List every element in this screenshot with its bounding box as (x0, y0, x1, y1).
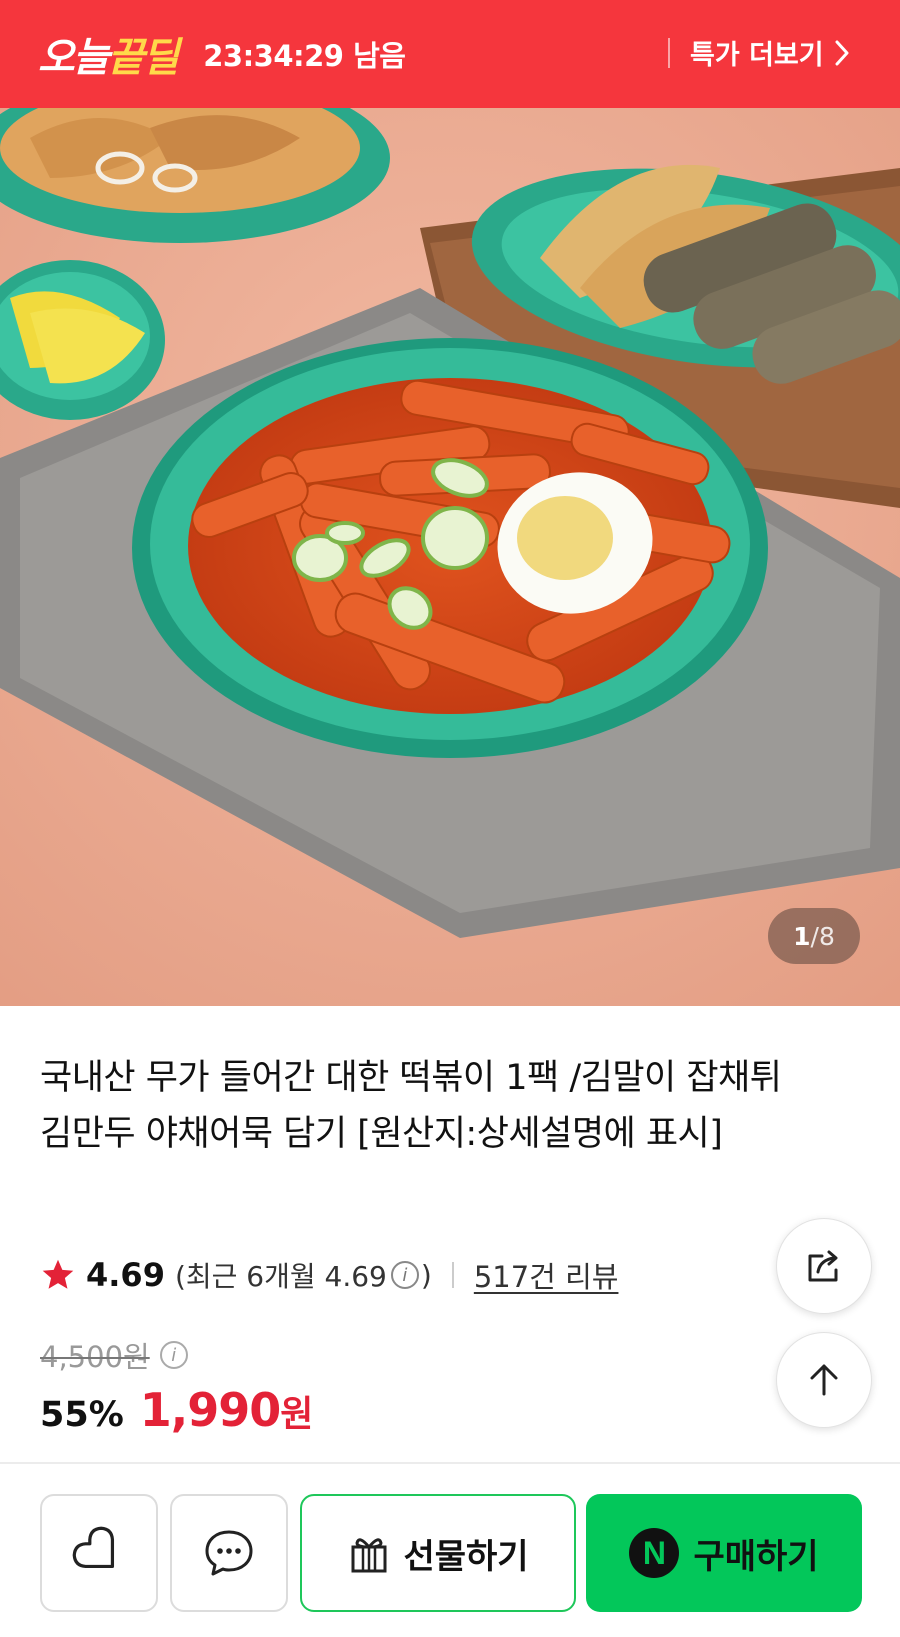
buy-button[interactable]: N 구매하기 (586, 1494, 862, 1612)
deal-more-label: 특가 더보기 (690, 40, 824, 71)
share-icon (808, 1250, 838, 1282)
image-counter: 1/8 (768, 908, 860, 964)
deal-more-link[interactable]: 특가 더보기 (690, 33, 850, 72)
recent-rating-close: ) (420, 1258, 432, 1292)
gift-button[interactable]: 선물하기 (300, 1494, 576, 1612)
product-title: 국내산 무가 들어간 대한 떡볶이 1팩 /김말이 잡채튀김만두 야채어묵 담기… (40, 1058, 782, 1154)
heart-icon (72, 1526, 115, 1569)
arrow-up-icon (810, 1364, 838, 1396)
review-count-link[interactable]: 517건 리뷰 (474, 1254, 619, 1296)
product-image (0, 108, 900, 1006)
scroll-top-button[interactable] (776, 1332, 872, 1428)
deal-countdown: 23:34:29 남음 (203, 39, 406, 73)
rating-row: 4.69 (최근 6개월 4.69 i ) 517건 리뷰 (40, 1254, 618, 1296)
naver-pay-icon: N (629, 1528, 680, 1578)
bottom-action-bar: 선물하기 N 구매하기 (0, 1464, 900, 1637)
sale-price-unit: 원 (280, 1394, 314, 1435)
wishlist-button[interactable] (40, 1494, 158, 1612)
rating-score: 4.69 (86, 1256, 165, 1294)
price-info-icon[interactable]: i (159, 1341, 188, 1369)
deal-logo: 오늘끝딜 (38, 35, 179, 81)
original-price-row: 4,500원 i (40, 1334, 190, 1376)
original-price: 4,500원 (40, 1340, 150, 1374)
recent-rating: (최근 6개월 4.69 i ) (175, 1255, 432, 1295)
deal-banner[interactable]: 오늘끝딜 23:34:29 남음 특가 더보기 (0, 0, 900, 108)
rating-divider (451, 1262, 454, 1288)
product-image-carousel[interactable]: 1/8 (0, 108, 900, 1006)
chevron-right-icon (835, 40, 849, 65)
star-icon (42, 1259, 74, 1289)
deal-divider (668, 38, 670, 68)
recent-rating-label: (최근 6개월 4.69 (174, 1260, 387, 1293)
product-page: 오늘끝딜 23:34:29 남음 특가 더보기 1 /8 국내산 무가 들어간 … (0, 0, 900, 1637)
buy-button-label: 구매하기 (693, 1536, 819, 1577)
discount-rate: 55% (40, 1395, 124, 1435)
info-icon[interactable]: i (390, 1261, 419, 1289)
sale-price-row: 55% 1,990 원 (40, 1383, 313, 1437)
chat-button[interactable] (170, 1494, 288, 1612)
gift-icon (351, 1538, 387, 1573)
share-button[interactable] (776, 1218, 872, 1314)
gift-button-label: 선물하기 (403, 1536, 529, 1577)
sale-price: 1,990 (139, 1383, 282, 1437)
chat-bubble-icon (205, 1530, 253, 1576)
